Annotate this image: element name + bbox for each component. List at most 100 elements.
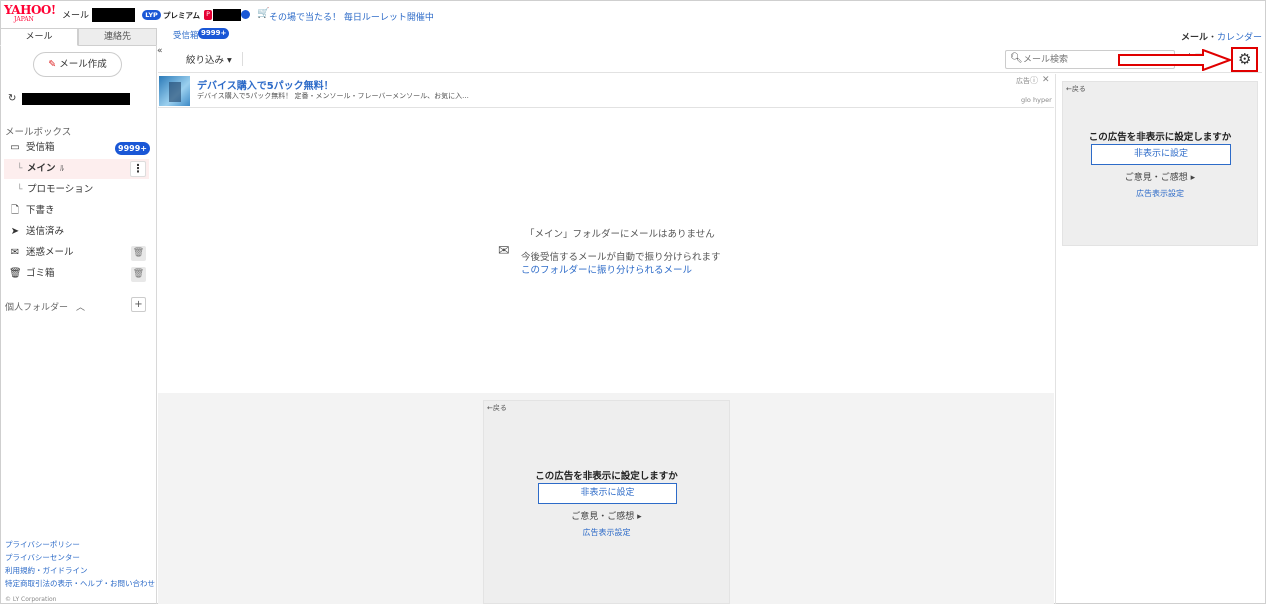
lyp-badge[interactable]: LYP <box>142 10 161 20</box>
feedback-label: ご意見・ご感想 <box>1124 173 1188 183</box>
sidebar-item-main[interactable]: └ メイン ﾙ ⋮ <box>4 159 149 179</box>
spam-mail-icon: ✉ <box>10 247 20 258</box>
filter-label: 絞り込み <box>186 55 225 66</box>
settings-button[interactable]: ⚙ <box>1231 47 1258 72</box>
yahoo-logo[interactable]: YAHOO! JAPAN <box>4 4 56 24</box>
close-icon[interactable]: ✕ <box>1042 75 1050 85</box>
breadcrumb-inbox[interactable]: 受信箱 <box>173 29 199 41</box>
redacted-email <box>22 93 130 105</box>
hide-ad-question: この広告を非表示に設定しますか <box>535 471 678 482</box>
sidebar-item-sent[interactable]: ➤ 送信済み <box>0 222 150 242</box>
back-link[interactable]: ←戻る <box>487 403 507 413</box>
redacted-username <box>92 8 135 22</box>
breadcrumb-count-badge: 9999+ <box>198 28 230 39</box>
terms-link[interactable]: 利用規約・ガイドライン <box>5 564 155 577</box>
inbox-count-badge: 9999+ <box>115 142 150 155</box>
hide-ad-question: この広告を非表示に設定しますか <box>1088 132 1232 143</box>
chevron-up-icon: ︿ <box>76 303 86 313</box>
back-link[interactable]: ←戻る <box>1066 84 1086 94</box>
privacy-policy-link[interactable]: プライバシーポリシー <box>5 538 155 551</box>
sidebar-item-drafts[interactable]: 🗋 下書き <box>0 201 150 221</box>
hide-ad-panel-bottom: ←戻る この広告を非表示に設定しますか 非表示に設定 ご意見・ご感想 ▸ 広告表… <box>483 400 730 604</box>
folder-label: ゴミ箱 <box>26 268 55 279</box>
toolbar: 絞り込み ▾ 🔍︎ ▼ 表示 ⚙ <box>158 45 1262 73</box>
caret-down-icon: ▾ <box>227 55 232 66</box>
compose-label: メール作成 <box>59 59 107 70</box>
mailbox-section-label: メールボックス <box>5 127 72 138</box>
tree-branch-icon: └ <box>17 185 23 195</box>
add-folder-button[interactable]: + <box>131 297 146 312</box>
pencil-icon: ✎ <box>48 59 57 70</box>
footer-links: プライバシーポリシー プライバシーセンター 利用規約・ガイドライン 特定商取引法… <box>5 538 155 590</box>
envelope-open-icon: ✉ <box>498 243 510 259</box>
draft-icon: 🗋 <box>10 205 20 216</box>
paypay-icon[interactable]: P <box>204 10 212 20</box>
feedback-link[interactable]: ご意見・ご感想 ▸ <box>484 509 729 522</box>
personal-folders-toggle[interactable]: 個人フォルダー ︿ <box>5 300 85 313</box>
hide-ad-panel-right: ←戻る この広告を非表示に設定しますか 非表示に設定 ご意見・ご感想 ▸ 広告表… <box>1062 81 1258 246</box>
folder-label: 下書き <box>26 205 55 216</box>
premium-label[interactable]: プレミアム <box>163 10 200 21</box>
compose-button[interactable]: ✎ メール作成 <box>33 52 122 77</box>
help-link[interactable]: 特定商取引法の表示・ヘルプ・お問い合わせ <box>5 577 155 590</box>
redacted-points <box>213 9 241 21</box>
ad-info-icon[interactable]: ⓘ <box>1030 75 1038 86</box>
hide-ad-button[interactable]: 非表示に設定 <box>538 483 677 504</box>
top-header: YAHOO! JAPAN メール LYP プレミアム P 🛒 その場で当たる！ … <box>0 0 1266 30</box>
refresh-icon[interactable]: ↻ <box>8 93 16 105</box>
empty-state-description: 今後受信するメールが自動で振り分けられます <box>521 252 721 263</box>
search-icon: 🔍︎ <box>1010 53 1023 64</box>
inbox-icon: ▭ <box>10 142 20 153</box>
sidebar-item-trash[interactable]: 🗑 ゴミ箱 🗑 <box>0 264 150 284</box>
app-label: メール <box>62 11 90 21</box>
folder-label: 受信箱 <box>26 142 55 153</box>
unread-tag-icon: ﾙ <box>60 164 64 173</box>
ad-banner[interactable]: デバイス購入で5パック無料！ デバイス購入で5パック無料！ 定番・メンソール・フ… <box>158 74 1054 108</box>
sidebar-item-promotion[interactable]: └ プロモーション <box>0 180 150 200</box>
feedback-link[interactable]: ご意見・ご感想 ▸ <box>1063 170 1257 183</box>
ad-description: デバイス購入で5パック無料！ 定番・メンソール・フレーバーメンソール、お気に入.… <box>197 92 469 100</box>
folder-label: 送信済み <box>26 226 65 237</box>
gear-icon: ⚙ <box>1238 50 1252 68</box>
points-info-icon[interactable] <box>241 10 250 19</box>
calendar-link[interactable]: カレンダー <box>1217 33 1262 43</box>
annotation-arrow <box>1118 49 1233 71</box>
ad-settings-link[interactable]: 広告表示設定 <box>1063 188 1257 199</box>
empty-trash-button[interactable]: 🗑 <box>131 267 146 282</box>
hide-ad-button[interactable]: 非表示に設定 <box>1091 144 1231 165</box>
separator: ・ <box>1207 33 1217 43</box>
caret-right-icon: ▸ <box>637 512 642 522</box>
sidebar-item-inbox[interactable]: ▭ 受信箱 9999+ <box>0 138 150 158</box>
empty-state-title: 「メイン」フォルダーにメールはありません <box>525 229 715 240</box>
ad-sponsor: glo hyper <box>1021 96 1052 104</box>
ad-thumbnail <box>159 76 190 106</box>
filter-dropdown[interactable]: 絞り込み ▾ <box>186 52 232 66</box>
folder-label: 迷惑メール <box>26 247 74 258</box>
tab-mail[interactable]: メール <box>0 28 78 46</box>
empty-spam-button[interactable]: 🗑 <box>131 246 146 261</box>
folder-label: プロモーション <box>27 184 94 195</box>
tab-contacts[interactable]: 連絡先 <box>78 28 157 46</box>
account-row: ↻ <box>8 93 130 105</box>
privacy-center-link[interactable]: プライバシーセンター <box>5 551 155 564</box>
mail-link[interactable]: メール <box>1181 33 1208 43</box>
more-options-button[interactable]: ⋮ <box>130 161 146 177</box>
folder-label: メイン <box>27 163 56 174</box>
send-icon: ➤ <box>10 226 20 237</box>
promo-link[interactable]: その場で当たる！ 毎日ルーレット開催中 <box>269 10 434 23</box>
feedback-label: ご意見・ご感想 <box>571 512 635 522</box>
trash-icon: 🗑 <box>9 268 22 279</box>
ad-settings-link[interactable]: 広告表示設定 <box>484 527 729 538</box>
sidebar-item-spam[interactable]: ✉ 迷惑メール 🗑 <box>0 243 150 263</box>
cart-icon: 🛒 <box>257 8 270 19</box>
personal-folders-label: 個人フォルダー <box>5 303 69 313</box>
sidebar: ✎ メール作成 ↻ メールボックス ▭ 受信箱 9999+ └ メイン ﾙ ⋮ └… <box>0 45 157 604</box>
tree-branch-icon: └ <box>17 164 23 174</box>
ad-title[interactable]: デバイス購入で5パック無料！ <box>197 77 334 92</box>
sorting-rule-link[interactable]: このフォルダーに振り分けられるメール <box>521 262 692 276</box>
ad-label: 広告 <box>1016 77 1030 85</box>
divider <box>242 52 243 66</box>
copyright: © LY Corporation <box>5 596 57 603</box>
top-right-links: メール・カレンダー <box>1181 30 1262 43</box>
caret-right-icon: ▸ <box>1190 173 1196 183</box>
